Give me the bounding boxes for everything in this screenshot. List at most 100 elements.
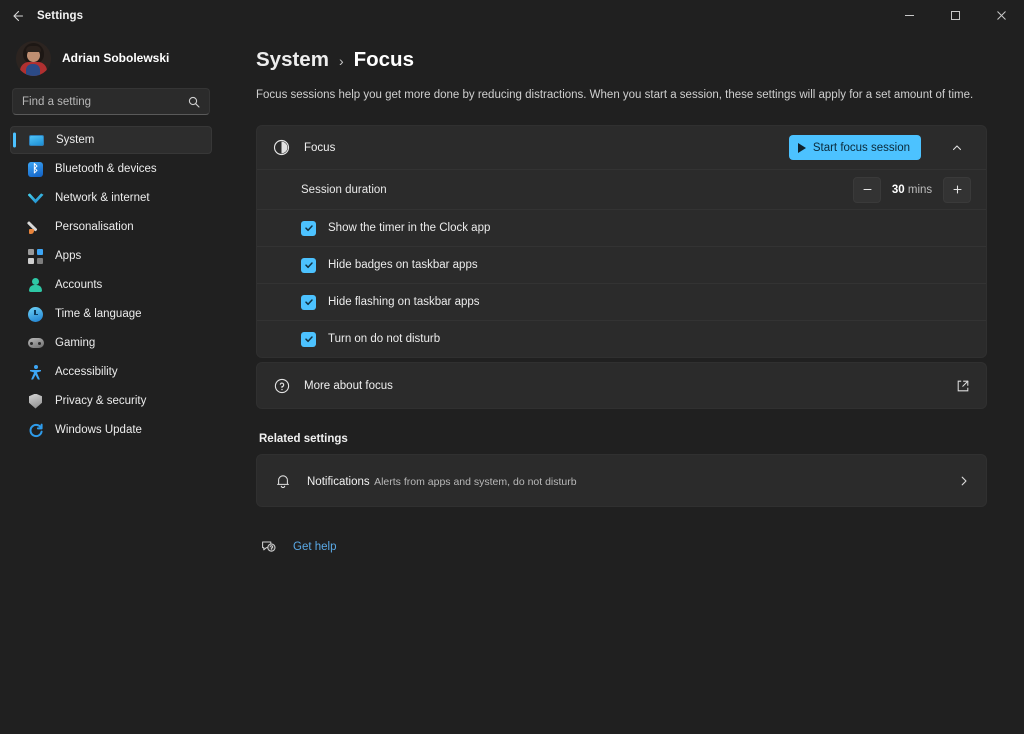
- session-duration-label: Session duration: [301, 183, 387, 196]
- paintbrush-icon: [27, 219, 44, 236]
- checkbox-label: Turn on do not disturb: [328, 333, 441, 345]
- focus-moon-icon: [272, 139, 291, 156]
- focus-card-header: Focus Start focus session: [257, 126, 986, 169]
- session-duration-value: 30 mins: [886, 184, 938, 196]
- back-arrow-icon[interactable]: [0, 0, 34, 31]
- sidebar-item-accounts[interactable]: Accounts: [10, 271, 212, 299]
- chevron-up-icon[interactable]: [943, 134, 971, 162]
- checkbox-label: Hide flashing on taskbar apps: [328, 296, 480, 308]
- play-icon: [797, 142, 806, 153]
- sidebar-item-label: Accounts: [55, 279, 103, 291]
- sidebar-item-personalisation[interactable]: Personalisation: [10, 213, 212, 241]
- get-help-link[interactable]: Get help: [293, 541, 336, 553]
- sidebar-item-time-language[interactable]: Time & language: [10, 300, 212, 328]
- checkbox-checked-icon[interactable]: [301, 294, 316, 310]
- sidebar-item-label: Time & language: [55, 308, 142, 320]
- session-duration-stepper: 30 mins: [853, 176, 971, 203]
- sidebar-item-bluetooth-devices[interactable]: ᛒ Bluetooth & devices: [10, 155, 212, 183]
- checkbox-row-hide-badges[interactable]: Hide badges on taskbar apps: [257, 246, 986, 283]
- profile-name: Adrian Sobolewski: [62, 51, 170, 65]
- sidebar-item-windows-update[interactable]: Windows Update: [10, 416, 212, 444]
- session-duration-unit: mins: [907, 183, 933, 196]
- get-help-section[interactable]: Get help: [260, 539, 987, 554]
- sidebar-item-system[interactable]: System: [10, 126, 212, 154]
- start-focus-session-label: Start focus session: [812, 141, 910, 154]
- search-input[interactable]: [22, 95, 188, 108]
- sidebar-item-apps[interactable]: Apps: [10, 242, 212, 270]
- more-about-focus-row[interactable]: More about focus: [257, 363, 986, 408]
- avatar: [16, 41, 51, 76]
- focus-card: Focus Start focus session Session durati…: [256, 125, 987, 358]
- sidebar-item-label: Privacy & security: [55, 395, 147, 407]
- sidebar-item-label: Accessibility: [55, 366, 118, 378]
- focus-card-title: Focus: [304, 141, 336, 154]
- shield-icon: [27, 393, 44, 410]
- notifications-title: Notifications: [307, 475, 370, 488]
- bell-icon: [272, 472, 293, 490]
- sidebar-item-label: Personalisation: [55, 221, 134, 233]
- session-duration-number: 30: [891, 183, 905, 196]
- settings-window: Settings Adrian Sobolewski Find a settin…: [0, 0, 1024, 734]
- related-settings-heading: Related settings: [259, 433, 348, 445]
- bluetooth-icon: ᛒ: [27, 161, 44, 178]
- window-body: Adrian Sobolewski System: [0, 31, 1024, 734]
- apps-grid-icon: [27, 248, 44, 265]
- window-controls: [886, 0, 1024, 31]
- refresh-icon: [27, 422, 44, 439]
- minimize-button[interactable]: [886, 0, 932, 31]
- notifications-card[interactable]: Notifications Alerts from apps and syste…: [256, 454, 987, 507]
- checkbox-label: Show the timer in the Clock app: [328, 222, 491, 234]
- checkbox-checked-icon[interactable]: [301, 257, 316, 273]
- gamepad-icon: [27, 335, 44, 352]
- sidebar-item-gaming[interactable]: Gaming: [10, 329, 212, 357]
- more-about-focus-label: More about focus: [304, 379, 393, 392]
- monitor-icon: [28, 132, 45, 149]
- close-button[interactable]: [978, 0, 1024, 31]
- checkbox-row-show-timer[interactable]: Show the timer in the Clock app: [257, 209, 986, 246]
- clock-icon: [27, 306, 44, 323]
- notifications-subtitle: Alerts from apps and system, do not dist…: [374, 475, 577, 488]
- checkbox-row-do-not-disturb[interactable]: Turn on do not disturb: [257, 320, 986, 357]
- sidebar-item-label: System: [56, 134, 95, 146]
- accessibility-icon: [27, 364, 44, 381]
- chevron-right-icon: [958, 475, 970, 487]
- checkbox-row-hide-flashing[interactable]: Hide flashing on taskbar apps: [257, 283, 986, 320]
- page-description: Focus sessions help you get more done by…: [256, 89, 974, 101]
- page-title: Focus: [353, 48, 414, 71]
- sidebar-item-network-internet[interactable]: Network & internet: [10, 184, 212, 212]
- search-box[interactable]: [12, 88, 210, 115]
- plus-icon[interactable]: [943, 176, 971, 203]
- search-icon: [188, 96, 200, 108]
- breadcrumb-parent[interactable]: System: [256, 48, 329, 72]
- sidebar-item-label: Gaming: [55, 337, 96, 349]
- profile-text: Adrian Sobolewski: [62, 51, 169, 66]
- question-bubble-icon: [260, 539, 277, 554]
- help-circle-icon: [272, 378, 291, 394]
- sidebar-item-label: Apps: [55, 250, 82, 262]
- wifi-icon: [27, 190, 44, 207]
- titlebar: Settings: [0, 0, 1024, 31]
- person-icon: [27, 277, 44, 294]
- checkbox-checked-icon[interactable]: [301, 220, 316, 236]
- sidebar-item-label: Windows Update: [55, 424, 142, 436]
- related-setting-notifications[interactable]: Notifications Alerts from apps and syste…: [257, 455, 986, 506]
- breadcrumb-separator-icon: ›: [338, 53, 344, 69]
- external-link-icon: [956, 379, 970, 393]
- sidebar-item-accessibility[interactable]: Accessibility: [10, 358, 212, 386]
- start-focus-session-button[interactable]: Start focus session: [788, 135, 921, 160]
- search-container: [10, 88, 212, 125]
- breadcrumb: System › Focus: [256, 48, 987, 72]
- main-content: System › Focus Focus sessions help you g…: [222, 31, 1024, 734]
- session-duration-row: Session duration 30 mins: [257, 169, 986, 209]
- notifications-text: Notifications Alerts from apps and syste…: [307, 472, 944, 490]
- sidebar-item-privacy-security[interactable]: Privacy & security: [10, 387, 212, 415]
- minus-icon[interactable]: [853, 176, 881, 203]
- checkbox-checked-icon[interactable]: [301, 331, 316, 347]
- window-title: Settings: [37, 9, 84, 22]
- maximize-button[interactable]: [932, 0, 978, 31]
- sidebar: Adrian Sobolewski System: [0, 31, 222, 734]
- more-about-focus-card[interactable]: More about focus: [256, 362, 987, 409]
- sidebar-item-label: Bluetooth & devices: [55, 163, 157, 175]
- profile-section[interactable]: Adrian Sobolewski: [10, 31, 212, 88]
- sidebar-nav: System ᛒ Bluetooth & devices Network & i…: [10, 125, 212, 444]
